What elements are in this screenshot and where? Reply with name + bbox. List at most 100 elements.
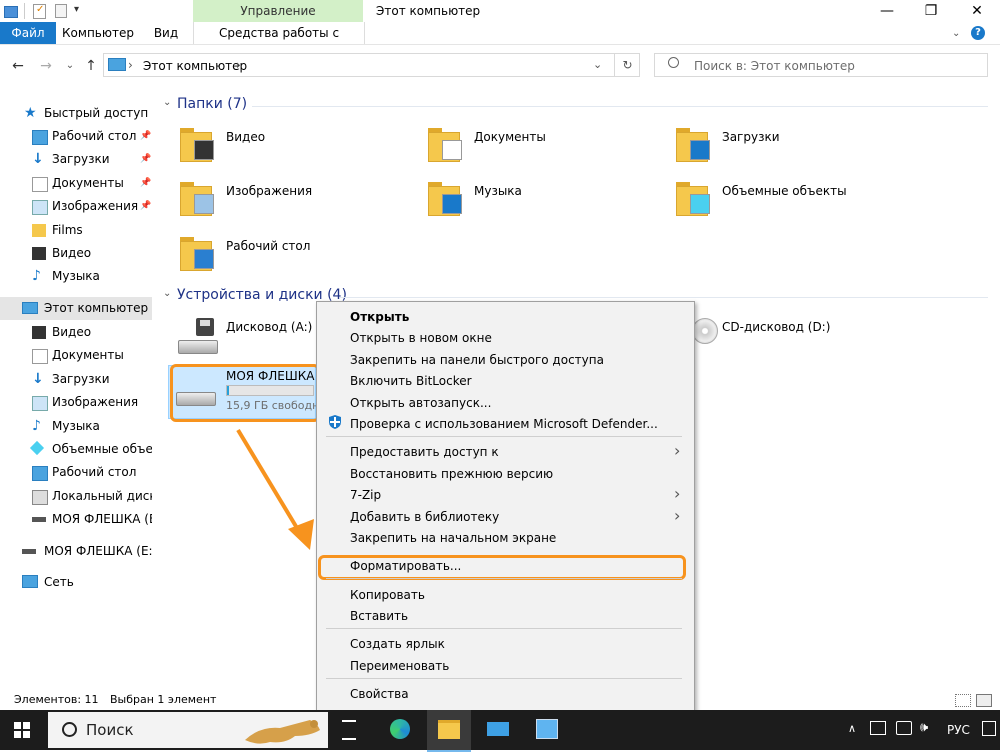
new-folder-icon[interactable]: [55, 4, 67, 18]
sidebar-item-quick[interactable]: Видео: [0, 242, 152, 265]
cd-drive-label[interactable]: CD-дисковод (D:): [722, 320, 830, 334]
context-menu-item[interactable]: Проверка с использованием Microsoft Defe…: [350, 414, 658, 435]
folder-label[interactable]: Документы: [474, 130, 546, 144]
context-menu-item[interactable]: Восстановить прежнюю версию: [350, 464, 553, 485]
context-menu-item[interactable]: Вставить: [350, 606, 408, 627]
taskbar-search-text[interactable]: Поиск: [86, 721, 134, 739]
search-input[interactable]: Поиск в: Этот компьютер: [694, 59, 855, 73]
video-folder-icon[interactable]: [180, 128, 214, 164]
context-menu-item[interactable]: Создать ярлык: [350, 634, 445, 655]
context-menu-item[interactable]: Копировать: [350, 585, 425, 606]
folder-label[interactable]: Объемные объекты: [722, 184, 847, 198]
details-view-icon[interactable]: [955, 694, 971, 707]
context-menu-item[interactable]: 7-Zip: [350, 485, 381, 506]
address-dropdown-icon[interactable]: ⌄: [593, 58, 602, 71]
sidebar-item-pc[interactable]: Объемные объекты: [0, 438, 152, 461]
device-tray-icon[interactable]: [896, 721, 912, 735]
context-menu-item[interactable]: Свойства: [350, 684, 409, 705]
context-menu-item[interactable]: Закрепить на панели быстрого доступа: [350, 350, 604, 371]
refresh-button[interactable]: ↻: [614, 54, 640, 76]
tab-view[interactable]: Вид: [146, 22, 186, 44]
sidebar-item-usb[interactable]: МОЯ ФЛЕШКА (E:): [0, 540, 152, 563]
pin-icon[interactable]: 📌: [140, 148, 151, 171]
address-text[interactable]: Этот компьютер: [143, 59, 247, 73]
sidebar-item-quick-access[interactable]: ★ Быстрый доступ: [0, 102, 152, 125]
context-menu-item[interactable]: Закрепить на начальном экране: [350, 528, 556, 549]
music-folder-icon[interactable]: [428, 182, 462, 218]
cd-drive-icon[interactable]: [692, 318, 718, 344]
customize-toolbar-icon[interactable]: ▾: [74, 4, 79, 15]
sidebar-item-quick[interactable]: ♪ Музыка: [0, 265, 152, 288]
address-chevron-icon[interactable]: ›: [128, 58, 133, 72]
sidebar-item-pc[interactable]: Локальный диск (C: [0, 485, 152, 508]
tiles-view-icon[interactable]: [976, 694, 992, 707]
windows-start-icon[interactable]: [14, 722, 30, 738]
folders-group-header[interactable]: Папки (7): [177, 96, 247, 112]
recent-locations-button[interactable]: ⌄: [62, 58, 78, 74]
back-button[interactable]: ←: [10, 58, 26, 74]
context-menu-item[interactable]: Форматировать...: [350, 556, 461, 577]
context-menu-item[interactable]: Включить BitLocker: [350, 371, 472, 392]
sidebar-item-pc[interactable]: Документы: [0, 344, 152, 367]
images-folder-icon[interactable]: [180, 182, 214, 218]
collapse-folders-icon[interactable]: ⌄: [163, 97, 171, 108]
pin-icon[interactable]: 📌: [140, 172, 151, 195]
sidebar-item-pc[interactable]: ♪ Музыка: [0, 415, 152, 438]
maximize-button[interactable]: ❐: [908, 0, 954, 22]
volume-icon[interactable]: 🕪: [920, 720, 928, 735]
context-menu-item[interactable]: Предоставить доступ к: [350, 442, 499, 463]
up-button[interactable]: ↑: [83, 58, 99, 74]
folder-label[interactable]: Загрузки: [722, 130, 780, 144]
tab-computer[interactable]: Компьютер: [60, 22, 136, 44]
breadcrumb-chevron-icon[interactable]: ›: [236, 58, 241, 72]
sidebar-item-pc[interactable]: Рабочий стол: [0, 461, 152, 484]
floppy-drive-icon[interactable]: [178, 318, 218, 356]
tab-disk-tools[interactable]: Средства работы с дисками: [193, 22, 365, 62]
properties-icon[interactable]: ✓: [33, 4, 46, 19]
app-icon[interactable]: [536, 719, 558, 739]
pin-icon[interactable]: 📌: [140, 125, 151, 148]
sidebar-item-quick[interactable]: ↓ Загрузки 📌: [0, 148, 152, 171]
notification-icon[interactable]: [982, 721, 996, 736]
collapse-devices-icon[interactable]: ⌄: [163, 288, 171, 299]
expand-ribbon-icon[interactable]: ⌄: [952, 28, 960, 39]
3d-objects-folder-icon[interactable]: [676, 182, 710, 218]
pin-icon[interactable]: 📌: [140, 195, 151, 218]
sidebar-item-quick[interactable]: Рабочий стол 📌: [0, 125, 152, 148]
tab-file[interactable]: Файл: [0, 22, 56, 44]
file-explorer-icon[interactable]: [438, 720, 460, 739]
context-menu-item[interactable]: Открыть в новом окне: [350, 328, 492, 349]
folder-label[interactable]: Изображения: [226, 184, 312, 198]
network-tray-icon[interactable]: [870, 721, 886, 735]
context-menu-item[interactable]: Добавить в библиотеку: [350, 507, 499, 528]
minimize-button[interactable]: —: [864, 0, 910, 22]
sidebar-item-quick[interactable]: Изображения 📌: [0, 195, 152, 218]
sidebar-item-pc[interactable]: ↓ Загрузки: [0, 368, 152, 391]
documents-folder-icon[interactable]: [428, 128, 462, 164]
close-button[interactable]: ✕: [954, 0, 1000, 22]
context-menu-item[interactable]: Переименовать: [350, 656, 449, 677]
floppy-drive-label[interactable]: Дисковод (A:): [226, 320, 312, 334]
folder-label[interactable]: Рабочий стол: [226, 239, 310, 253]
language-indicator[interactable]: РУС: [947, 723, 970, 737]
help-icon[interactable]: ?: [971, 26, 985, 40]
forward-button[interactable]: →: [38, 58, 54, 74]
tray-expand-icon[interactable]: ∧: [848, 722, 856, 735]
sidebar-item-pc[interactable]: МОЯ ФЛЕШКА (E:): [0, 508, 152, 531]
task-view-icon[interactable]: [342, 720, 356, 740]
context-menu-item[interactable]: Открыть: [350, 307, 409, 328]
sidebar-item-quick[interactable]: Документы 📌: [0, 172, 152, 195]
sidebar-item-quick[interactable]: Films: [0, 219, 152, 242]
folder-label[interactable]: Музыка: [474, 184, 522, 198]
desktop-folder-icon[interactable]: [180, 237, 214, 273]
folder-label[interactable]: Видео: [226, 130, 265, 144]
context-menu-item[interactable]: Открыть автозапуск...: [350, 393, 491, 414]
edge-icon[interactable]: [390, 719, 410, 739]
sidebar-item-pc[interactable]: Видео: [0, 321, 152, 344]
sidebar-item-this-pc[interactable]: Этот компьютер: [0, 297, 152, 320]
mail-icon[interactable]: [487, 722, 509, 736]
sidebar-item-network[interactable]: Сеть: [0, 571, 152, 594]
downloads-folder-icon[interactable]: [676, 128, 710, 164]
sidebar-item-pc[interactable]: Изображения: [0, 391, 152, 414]
manage-context-tab[interactable]: Управление: [193, 0, 363, 22]
